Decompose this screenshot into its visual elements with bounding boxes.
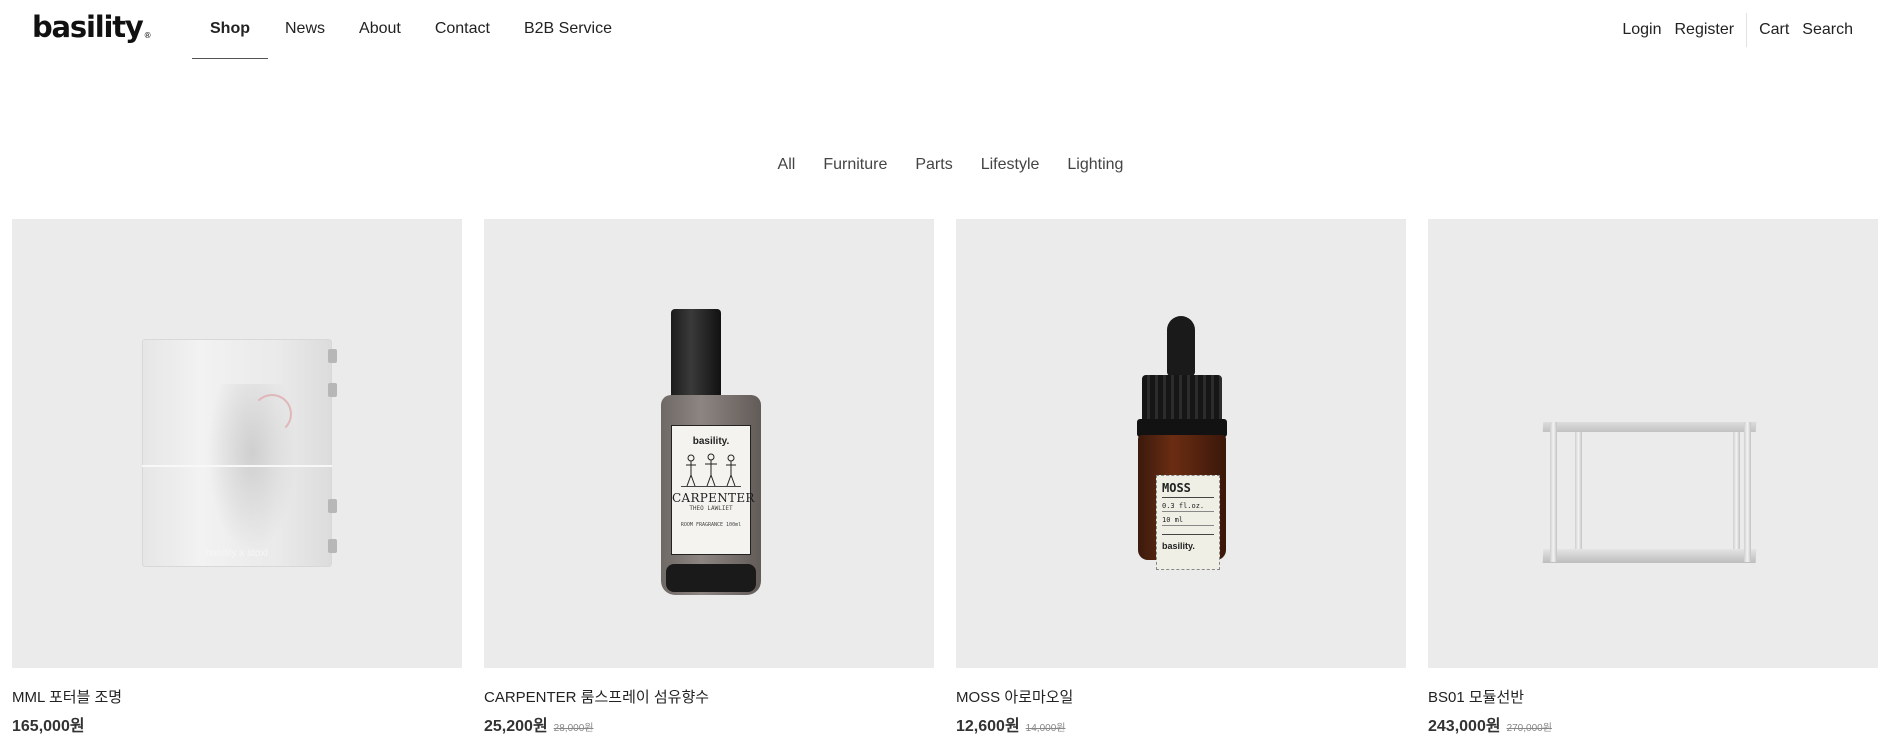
login-link[interactable]: Login: [1622, 21, 1661, 39]
nav-about[interactable]: About: [342, 0, 418, 59]
product-prices: 12,600원 14,000원: [956, 712, 1406, 736]
lamp-engraving: basility x stoxl: [206, 548, 268, 559]
label-subtitle: THEO LAWLIET: [689, 505, 733, 512]
product-name[interactable]: MML 포터블 조명: [12, 686, 462, 706]
product-image-moss-oil[interactable]: MOSS 0.3 fl.oz. 10 ml basility.: [956, 219, 1406, 668]
category-filter: All Furniture Parts Lifestyle Lighting: [0, 156, 1891, 174]
search-link[interactable]: Search: [1802, 21, 1853, 39]
oil-label-brand: basility.: [1162, 534, 1214, 551]
logo-text: basility: [32, 10, 144, 44]
product-prices: 25,200원 28,000원: [484, 712, 934, 736]
category-parts[interactable]: Parts: [915, 156, 952, 174]
product-prices: 165,000원: [12, 712, 462, 736]
bottle-cap: [671, 309, 721, 401]
product-price: 243,000원: [1428, 718, 1501, 735]
product-original-price: 270,000원: [1506, 723, 1552, 734]
oil-label-line1: 0.3 fl.oz.: [1162, 502, 1214, 512]
product-image-bs01-shelf[interactable]: [1428, 219, 1878, 668]
product-name[interactable]: CARPENTER 룸스프레이 섬유향수: [484, 686, 934, 706]
product-grid: basility x stoxl MML 포터블 조명 165,000원 bas…: [12, 219, 1878, 736]
shelf-post: [1575, 429, 1582, 551]
product-name[interactable]: BS01 모듈선반: [1428, 686, 1878, 706]
site-logo[interactable]: basility®: [32, 10, 152, 44]
label-volume: ROOM FRAGRANCE 100ml: [680, 522, 742, 528]
nav-shop[interactable]: Shop: [192, 0, 268, 59]
category-all[interactable]: All: [778, 156, 796, 174]
cart-link[interactable]: Cart: [1759, 21, 1789, 39]
utility-nav: Login Register Cart Search: [1609, 0, 1853, 59]
utility-divider: [1746, 12, 1748, 47]
label-figures-illustration: [681, 453, 741, 487]
lamp-illustration: basility x stoxl: [142, 339, 337, 569]
product-card[interactable]: basility x stoxl MML 포터블 조명 165,000원: [12, 219, 462, 736]
label-brand: basility.: [692, 436, 730, 447]
product-image-carpenter-spray[interactable]: basility. CARPENTER THEO LAWLIET ROOM FR…: [484, 219, 934, 668]
dropper-bulb: [1167, 316, 1195, 376]
category-lifestyle[interactable]: Lifestyle: [981, 156, 1040, 174]
product-price: 165,000원: [12, 718, 85, 735]
product-card[interactable]: basility. CARPENTER THEO LAWLIET ROOM FR…: [484, 219, 934, 736]
register-link[interactable]: Register: [1674, 21, 1734, 39]
shelf-top-plate: [1542, 422, 1757, 432]
product-original-price: 28,000원: [553, 723, 594, 734]
product-card[interactable]: MOSS 0.3 fl.oz. 10 ml basility. MOSS 아로마…: [956, 219, 1406, 736]
product-price: 12,600원: [956, 718, 1020, 735]
shelf-post: [1744, 422, 1751, 562]
oil-label: MOSS 0.3 fl.oz. 10 ml basility.: [1156, 475, 1220, 570]
shelf-bottom-plate: [1542, 549, 1757, 563]
product-original-price: 14,000원: [1025, 723, 1066, 734]
nav-contact[interactable]: Contact: [418, 0, 507, 59]
nav-b2b-service[interactable]: B2B Service: [507, 0, 629, 59]
product-price: 25,200원: [484, 718, 548, 735]
label-title: CARPENTER: [672, 491, 755, 505]
product-card[interactable]: BS01 모듈선반 243,000원 270,000원: [1428, 219, 1878, 736]
product-image-mml-lamp[interactable]: basility x stoxl: [12, 219, 462, 668]
oil-label-line2: 10 ml: [1162, 516, 1214, 526]
bottle-label: basility. CARPENTER THEO LAWLIET ROOM FR…: [671, 425, 755, 555]
product-name[interactable]: MOSS 아로마오일: [956, 686, 1406, 706]
main-nav: Shop News About Contact B2B Service: [192, 0, 629, 59]
oil-label-title: MOSS: [1162, 481, 1214, 498]
perfume-bottle: basility. CARPENTER THEO LAWLIET ROOM FR…: [661, 395, 761, 595]
dropper-collar: [1142, 375, 1222, 425]
nav-news[interactable]: News: [268, 0, 342, 59]
logo-registered-mark: ®: [143, 31, 152, 40]
product-prices: 243,000원 270,000원: [1428, 712, 1878, 736]
bottle-base: [666, 564, 756, 592]
category-furniture[interactable]: Furniture: [823, 156, 887, 174]
category-lighting[interactable]: Lighting: [1067, 156, 1123, 174]
shelf-post: [1733, 429, 1740, 551]
site-header: basility® Shop News About Contact B2B Se…: [0, 0, 1891, 60]
shelf-post: [1550, 422, 1557, 562]
